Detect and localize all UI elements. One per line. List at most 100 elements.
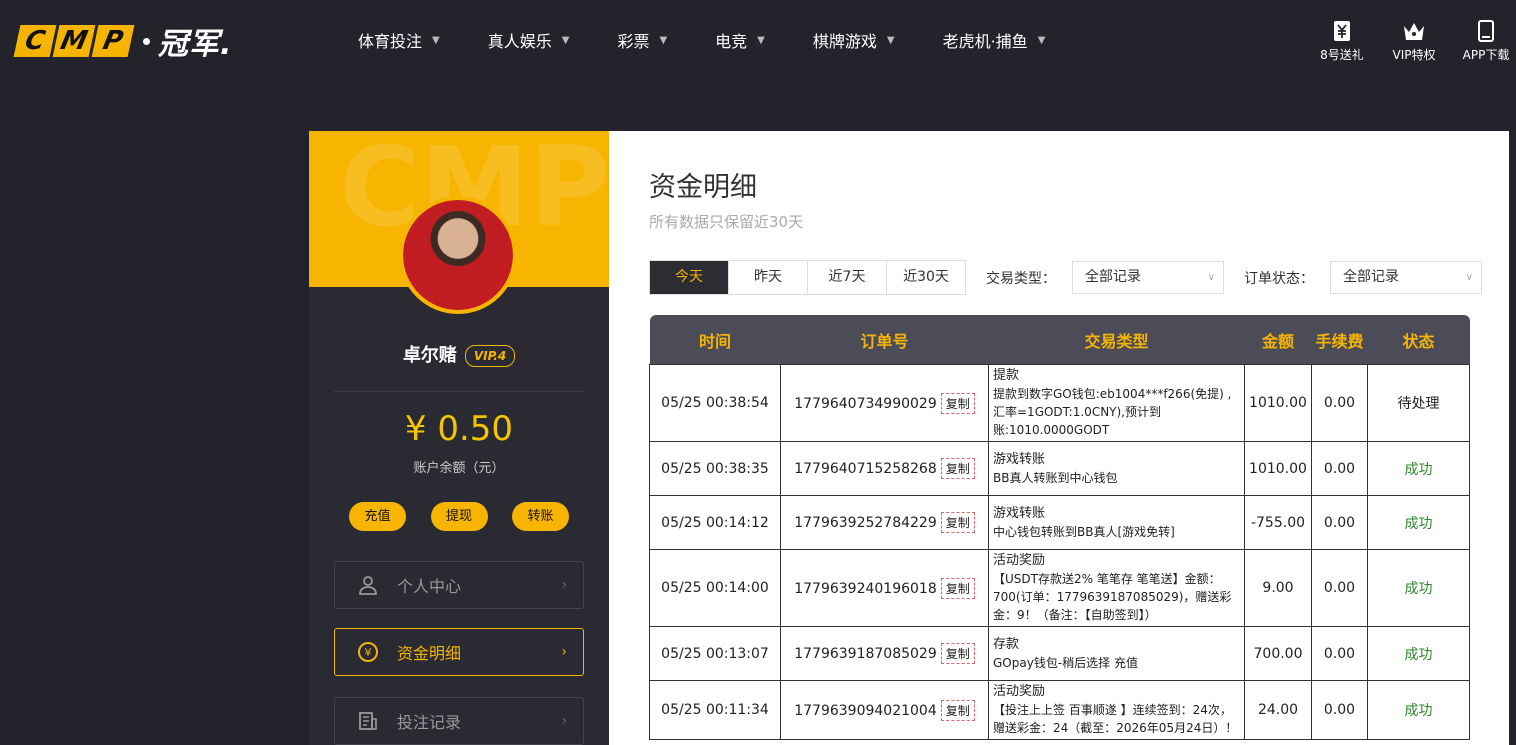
cell-status: 待处理 <box>1367 364 1470 442</box>
transaction-type-label: 交易类型： <box>986 270 1056 287</box>
logo-text: 冠军. <box>158 27 233 62</box>
table-row: 05/25 00:11:34 1779639094021004 复制 活动奖励 【投… <box>649 680 1470 740</box>
table-row: 05/25 00:14:12 1779639252784229 复制 游戏转账 中心… <box>649 495 1470 550</box>
chevron-right-icon: › <box>561 713 567 729</box>
cell-order: 1779639240196018 复制 <box>780 549 989 627</box>
username-text: 卓尔赌 <box>402 345 457 366</box>
logo-letter: M <box>52 25 96 57</box>
profile-sidebar: CMP 卓尔赌 VIP.4 ¥ 0.50 账户余额（元） 充值 提现 转账 个人中… <box>309 131 609 745</box>
cell-type: 游戏转账 BB真人转账到中心钱包 <box>988 441 1245 496</box>
chevron-right-icon: › <box>561 644 567 660</box>
avatar[interactable] <box>399 196 517 314</box>
tab-yesterday[interactable]: 昨天 <box>729 261 808 294</box>
deposit-button[interactable]: 充值 <box>349 502 406 531</box>
cell-type: 活动奖励 【投注上上签 百事顺遂 】连续签到：24次，赠送彩金：24（截至：202… <box>988 680 1245 740</box>
order-status-label: 订单状态： <box>1244 270 1314 287</box>
cell-amount: 9.00 <box>1244 549 1312 627</box>
cell-order: 1779639094021004 复制 <box>780 680 989 740</box>
cell-fee: 0.00 <box>1311 680 1368 740</box>
cell-time: 05/25 00:11:34 <box>649 680 781 740</box>
table-header-row: 时间 订单号 交易类型 金额 手续费 状态 <box>649 315 1470 365</box>
sidebar-item-fund-details[interactable]: ¥ 资金明细 › <box>334 628 584 676</box>
nav-item-esports[interactable]: 电竞 ▼ <box>715 28 765 52</box>
transaction-type: 提款 <box>993 368 1020 383</box>
transaction-type: 游戏转账 <box>993 505 1046 521</box>
crown-icon <box>1404 23 1424 40</box>
divider <box>334 391 584 392</box>
chevron-down-icon: ∨ <box>1465 272 1473 283</box>
svg-text:¥: ¥ <box>365 646 372 659</box>
copy-button[interactable]: 复制 <box>940 577 975 599</box>
nav-item-label: 体育投注 <box>358 32 423 51</box>
order-number: 1779640734990029 <box>794 395 937 412</box>
chevron-down-icon: ▼ <box>659 34 668 46</box>
nav-item-label: 棋牌游戏 <box>812 32 877 51</box>
cell-fee: 0.00 <box>1311 441 1368 496</box>
table-row: 05/25 00:14:00 1779639240196018 复制 活动奖励 【U… <box>649 549 1470 627</box>
sidebar-item-bet-records[interactable]: 投注记录 › <box>334 697 584 745</box>
brand-logo[interactable]: C M P 冠军. <box>13 24 232 62</box>
sidebar-item-personal-center[interactable]: 个人中心 › <box>334 561 584 609</box>
order-number: 1779639187085029 <box>794 646 937 662</box>
column-header-order: 订单号 <box>780 315 989 365</box>
order-number: 1779639252784229 <box>794 515 937 531</box>
order-number: 1779639240196018 <box>794 580 937 597</box>
chevron-down-icon: ▼ <box>561 34 570 46</box>
chevron-down-icon: ▼ <box>1037 34 1046 46</box>
wallet-actions: 充值 提现 转账 <box>349 502 569 531</box>
copy-button[interactable]: 复制 <box>940 512 975 533</box>
copy-button[interactable]: 复制 <box>940 699 975 721</box>
column-header-type: 交易类型 <box>988 315 1245 365</box>
app-download-label: APP下载 <box>1462 48 1510 62</box>
nav-item-live-casino[interactable]: 真人娱乐 ▼ <box>488 28 570 52</box>
bet-record-icon <box>357 711 379 731</box>
cell-time: 05/25 00:14:00 <box>649 549 781 627</box>
sidebar-item-label: 投注记录 <box>397 713 462 732</box>
transaction-type: 活动奖励 <box>993 684 1046 699</box>
app-download-link[interactable]: APP下载 <box>1456 20 1516 63</box>
avatar-image <box>403 200 513 310</box>
cell-type: 游戏转账 中心钱包转账到BB真人[游戏免转] <box>988 495 1245 550</box>
copy-button[interactable]: 复制 <box>940 458 975 479</box>
cell-fee: 0.00 <box>1311 626 1368 681</box>
cell-fee: 0.00 <box>1311 364 1368 442</box>
sidebar-item-label: 个人中心 <box>397 577 462 596</box>
cell-status: 成功 <box>1367 549 1470 627</box>
nav-item-sports[interactable]: 体育投注 ▼ <box>358 28 440 52</box>
select-value: 全部记录 <box>1343 269 1399 285</box>
cell-type: 存款 GOpay钱包-稍后选择 充值 <box>988 626 1245 681</box>
column-header-amount: 金额 <box>1244 315 1312 365</box>
transaction-type-select[interactable]: 全部记录 ∨ <box>1072 261 1224 294</box>
copy-button[interactable]: 复制 <box>940 392 975 414</box>
balance-label: 账户余额（元） <box>413 461 505 476</box>
copy-button[interactable]: 复制 <box>940 643 975 664</box>
cell-type: 提款 提款到数字GO钱包:eb1004***f266(免提) ,汇率=1GODT:… <box>988 364 1245 442</box>
nav-item-chess-cards[interactable]: 棋牌游戏 ▼ <box>813 28 895 52</box>
cell-amount: 24.00 <box>1244 680 1312 740</box>
transaction-type: 存款 <box>993 636 1020 652</box>
order-status-select[interactable]: 全部记录 ∨ <box>1330 261 1482 294</box>
vip-badge: VIP.4 <box>464 345 516 367</box>
tab-last-7-days[interactable]: 近7天 <box>808 261 887 294</box>
withdraw-button[interactable]: 提现 <box>430 502 488 531</box>
nav-item-label: 电竞 <box>715 32 748 51</box>
transfer-button[interactable]: 转账 <box>512 502 569 531</box>
vip-link-label: VIP特权 <box>1392 48 1436 62</box>
transaction-description: BB真人转账到中心钱包 <box>993 470 1118 485</box>
nav-item-slots-fishing[interactable]: 老虎机·捕鱼 ▼ <box>943 28 1046 52</box>
tab-last-30-days[interactable]: 近30天 <box>887 261 965 294</box>
cell-order: 1779640734990029 复制 <box>780 364 989 442</box>
logo-letter: C <box>13 25 57 57</box>
top-nav-bar: C M P 冠军. 体育投注 ▼ 真人娱乐 ▼ 彩票 ▼ 电竞 ▼ 棋牌游戏 ▼ 老虎机·… <box>0 0 1516 84</box>
filter-bar: 今天 昨天 近7天 近30天 交易类型： 全部记录 ∨ 订单状态： 全部记录 ∨ <box>649 260 1482 295</box>
tab-today[interactable]: 今天 <box>650 261 729 294</box>
transactions-table: 时间 订单号 交易类型 金额 手续费 状态 05/25 00:38:54 177… <box>649 315 1470 740</box>
gift-link[interactable]: 8号送礼 <box>1312 20 1372 63</box>
transaction-type: 活动奖励 <box>993 553 1046 568</box>
cell-status: 成功 <box>1367 495 1470 550</box>
logo-letter: P <box>91 25 135 57</box>
nav-item-label: 真人娱乐 <box>487 32 552 51</box>
nav-item-lottery[interactable]: 彩票 ▼ <box>617 28 667 52</box>
gift-ticket-icon <box>1334 21 1350 41</box>
vip-link[interactable]: VIP特权 <box>1384 20 1444 63</box>
